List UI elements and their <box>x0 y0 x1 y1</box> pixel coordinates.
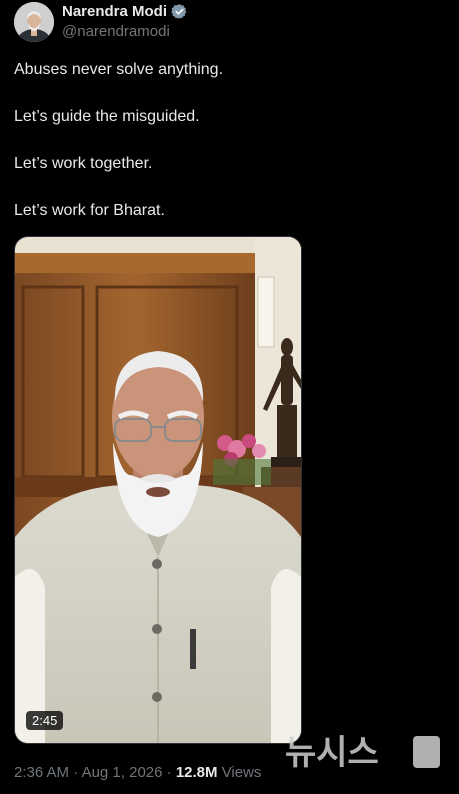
tweet-line: Abuses never solve anything. <box>14 61 224 78</box>
meta-separator: · <box>73 764 79 781</box>
newsis-watermark-logo: 뉴시스 <box>285 733 440 770</box>
tweet-meta: 2:36 AM · Aug 1, 2026 · 12.8M Views <box>14 764 261 781</box>
watermark-text: 뉴시스 <box>285 733 379 770</box>
video-duration-badge: 2:45 <box>26 711 64 730</box>
tweet-line: Let’s work together. <box>14 155 153 172</box>
verified-badge-icon[interactable] <box>171 3 188 20</box>
author-display-name[interactable]: Narendra Modi <box>62 3 167 20</box>
tweet-time[interactable]: 2:36 AM <box>14 764 69 781</box>
tweet-line: Let’s guide the misguided. <box>14 108 200 125</box>
tweet-text: Abuses never solve anything. Let’s guide… <box>14 60 444 248</box>
views-label: Views <box>221 764 262 781</box>
author-avatar[interactable] <box>14 2 54 42</box>
views-count[interactable]: 12.8M <box>176 764 218 781</box>
tweet-line: Let’s work for Bharat. <box>14 202 165 219</box>
tweet-date[interactable]: Aug 1, 2026 <box>82 764 163 781</box>
avatar-image <box>14 2 54 42</box>
author-name-row: Narendra Modi <box>62 3 188 20</box>
video-thumbnail <box>15 237 301 743</box>
author-handle[interactable]: @narendramodi <box>62 23 170 40</box>
meta-separator: · <box>166 764 172 781</box>
video-player[interactable] <box>14 236 302 744</box>
